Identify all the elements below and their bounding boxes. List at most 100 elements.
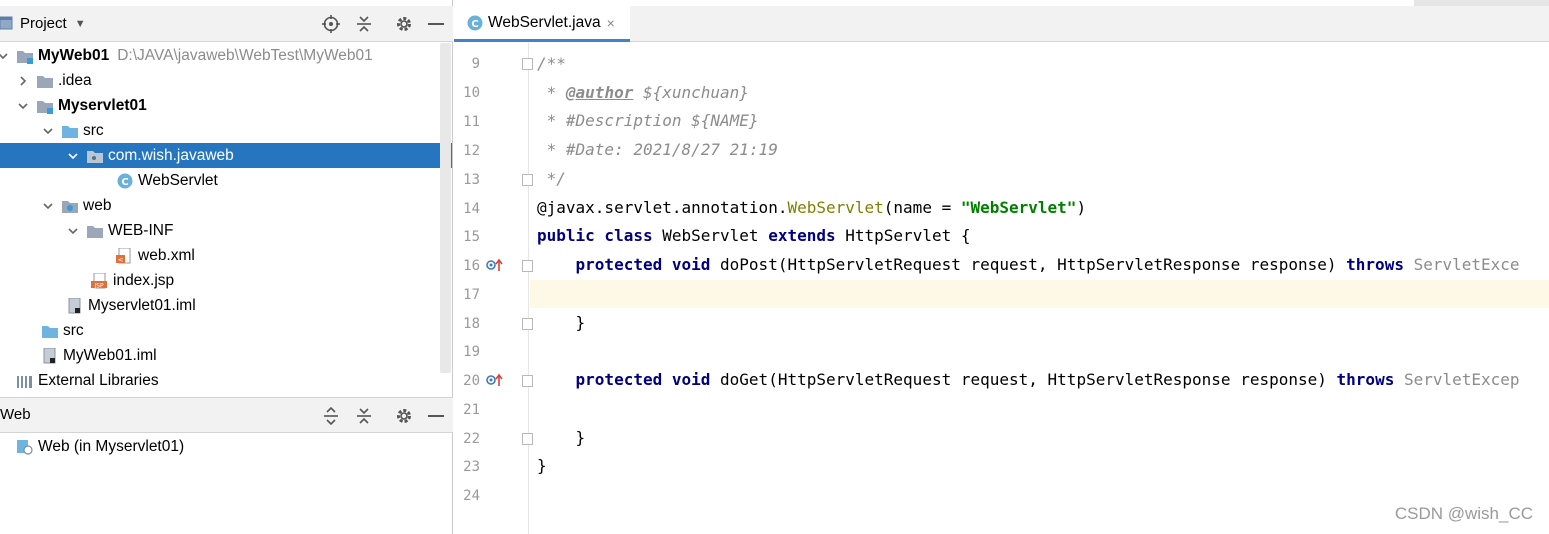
code-token: */ <box>537 169 566 188</box>
code-token: protected void <box>575 370 711 389</box>
line-number: 17 <box>463 287 480 303</box>
tree-item-myservlet01-iml[interactable]: Myservlet01.iml <box>0 293 440 318</box>
line-number: 18 <box>463 316 480 332</box>
code-token: "WebServlet" <box>960 198 1077 217</box>
tree-item-package-selected[interactable]: com.wish.javaweb <box>0 143 452 168</box>
code-line-11: * #Description ${NAME} <box>537 107 759 135</box>
project-view-selector[interactable]: Project ▼ <box>0 15 86 32</box>
collapse-all-icon[interactable] <box>353 13 375 35</box>
code-token: } <box>537 456 547 475</box>
iml-file-icon <box>66 297 84 314</box>
tree-item-myservlet01[interactable]: Myservlet01 <box>0 93 440 118</box>
tree-item-src-root[interactable]: src <box>0 318 440 343</box>
tree-item-idea[interactable]: .idea <box>0 68 440 93</box>
xml-file-icon: < <box>116 247 134 264</box>
code-line-23: } <box>537 452 547 480</box>
code-token: /** <box>537 54 566 73</box>
project-view-icon <box>0 16 14 32</box>
watermark: CSDN @wish_CC <box>1394 504 1533 523</box>
line-number: 24 <box>463 488 480 504</box>
chevron-down-icon[interactable] <box>41 199 55 213</box>
collapse-all-icon[interactable] <box>353 405 375 427</box>
tree-item-label: web <box>83 196 112 214</box>
tree-item-path: D:\JAVA\javaweb\WebTest\MyWeb01 <box>117 46 373 64</box>
java-class-icon: C <box>116 173 134 189</box>
line-number: 11 <box>463 114 480 130</box>
tree-item-myweb01[interactable]: MyWeb01 D:\JAVA\javaweb\WebTest\MyWeb01 <box>0 43 440 68</box>
override-method-icon[interactable] <box>486 258 504 272</box>
hide-panel-icon[interactable] <box>425 405 447 427</box>
tree-item-index-jsp[interactable]: JSP index.jsp <box>0 268 440 293</box>
code-token: HttpServlet { <box>835 226 971 245</box>
tree-item-label: web.xml <box>138 246 195 264</box>
code-line-9: /** <box>537 50 566 78</box>
tree-item-label: src <box>83 121 104 139</box>
override-method-icon[interactable] <box>486 373 504 387</box>
code-line-22: } <box>537 424 586 452</box>
code-token: WebServlet <box>652 226 769 245</box>
tab-webservlet-java[interactable]: C WebServlet.java × <box>454 6 630 42</box>
web-facet-item[interactable]: Web (in Myservlet01) <box>0 434 440 459</box>
expand-all-icon[interactable] <box>320 405 342 427</box>
svg-text:JSP: JSP <box>93 282 104 289</box>
chevron-down-icon[interactable] <box>0 49 10 63</box>
code-token: ServletExce <box>1403 255 1520 274</box>
chevron-down-icon[interactable] <box>66 224 80 238</box>
code-line-16: protected void doPost(HttpServletRequest… <box>537 251 1520 279</box>
chevron-right-icon[interactable] <box>16 74 30 88</box>
code-token: (name = <box>883 198 961 217</box>
line-number: 12 <box>463 143 480 159</box>
code-token: } <box>575 313 586 332</box>
project-panel-title: Project <box>20 15 67 32</box>
line-number: 9 <box>471 56 480 72</box>
code-token: * <box>537 83 566 102</box>
tree-item-label: WebServlet <box>138 171 218 189</box>
locate-icon[interactable] <box>320 13 342 35</box>
line-number: 15 <box>463 229 480 245</box>
svg-text:C: C <box>121 177 128 188</box>
tree-scrollbar[interactable] <box>440 43 451 373</box>
tree-item-label: WEB-INF <box>108 221 174 239</box>
current-line-highlight <box>530 280 1549 308</box>
source-folder-icon <box>61 123 79 139</box>
hide-panel-icon[interactable] <box>425 13 447 35</box>
web-facet-icon <box>16 439 34 455</box>
tree-item-label: .idea <box>58 71 92 89</box>
chevron-down-icon: ▼ <box>74 17 86 30</box>
code-token: protected void <box>575 255 711 274</box>
line-number: 13 <box>463 172 480 188</box>
code-token: doPost(HttpServletRequest request, HttpS… <box>710 255 1347 274</box>
package-icon <box>86 148 104 164</box>
tab-label: WebServlet.java <box>488 13 601 31</box>
project-tool-window: Project ▼ MyWeb01 D:\JAVA\javaweb\WebTes… <box>0 0 453 534</box>
code-token: ) <box>1076 198 1087 217</box>
tree-item-web[interactable]: web <box>0 193 440 218</box>
chevron-down-icon[interactable] <box>16 99 30 113</box>
folder-icon <box>36 73 54 89</box>
tree-item-webservlet-class[interactable]: C WebServlet <box>0 168 440 193</box>
tree-item-web-inf[interactable]: WEB-INF <box>0 218 440 243</box>
folder-icon <box>86 223 104 239</box>
code-token: throws <box>1336 370 1395 389</box>
tree-item-myweb01-iml[interactable]: MyWeb01.iml <box>0 343 440 368</box>
line-number: 14 <box>463 201 480 217</box>
library-icon <box>16 373 34 389</box>
chevron-down-icon[interactable] <box>66 149 80 163</box>
tree-item-web-xml[interactable]: < web.xml <box>0 243 440 268</box>
code-token: @javax.servlet.annotation. <box>537 198 788 217</box>
tree-item-label: Myservlet01.iml <box>88 296 196 314</box>
code-area[interactable]: /** * @author ${xunchuan} * #Description… <box>530 43 1549 534</box>
code-token: throws <box>1346 255 1404 274</box>
module-folder-icon <box>16 48 34 64</box>
code-token: doGet(HttpServletRequest request, HttpSe… <box>710 370 1337 389</box>
project-panel-header: Project ▼ <box>0 6 453 42</box>
close-icon[interactable]: × <box>607 15 615 31</box>
code-token: } <box>575 428 586 447</box>
web-panel-header: Web <box>0 397 453 433</box>
jsp-file-icon: JSP <box>91 272 109 289</box>
gear-icon[interactable] <box>393 405 415 427</box>
tree-item-external-libraries[interactable]: External Libraries <box>0 368 440 393</box>
chevron-down-icon[interactable] <box>41 124 55 138</box>
gear-icon[interactable] <box>393 13 415 35</box>
tree-item-src[interactable]: src <box>0 118 440 143</box>
